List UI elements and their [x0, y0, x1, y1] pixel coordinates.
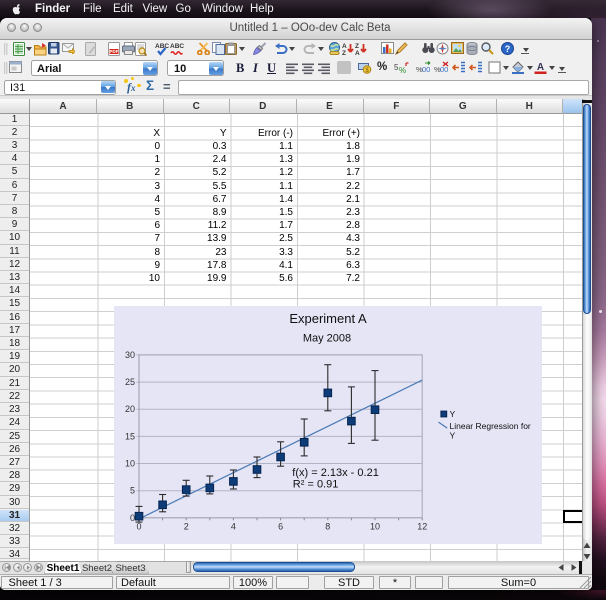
svg-text:12: 12: [417, 521, 427, 531]
svg-text:00: 00: [422, 65, 430, 74]
svg-text:30: 30: [124, 349, 134, 359]
svg-text:2: 2: [183, 521, 188, 531]
svg-text:00: 00: [440, 65, 448, 74]
svg-text:ABC: ABC: [155, 43, 169, 50]
svg-text:6: 6: [278, 521, 283, 531]
svg-text:Y: Y: [449, 430, 455, 440]
svg-text:A: A: [355, 50, 360, 56]
svg-text:R² = 0.91: R² = 0.91: [292, 478, 338, 490]
svg-text:Z: Z: [342, 50, 346, 56]
svg-text:Z: Z: [355, 43, 359, 50]
svg-text:15: 15: [124, 431, 134, 441]
svg-text:PDF: PDF: [110, 49, 119, 54]
svg-text:May 2008: May 2008: [302, 332, 350, 344]
svg-text:10: 10: [369, 521, 379, 531]
svg-text:?: ?: [504, 43, 510, 53]
svg-text:8: 8: [325, 521, 330, 531]
svg-text:5: 5: [129, 485, 134, 495]
svg-text:Experiment A: Experiment A: [289, 311, 367, 326]
svg-text:Linear Regression for: Linear Regression for: [449, 420, 530, 430]
svg-text:10: 10: [124, 458, 134, 468]
svg-text:Y: Y: [449, 409, 455, 419]
svg-text:0: 0: [129, 512, 134, 522]
svg-text:f(x) = 2.13x - 0.21: f(x) = 2.13x - 0.21: [292, 467, 379, 479]
svg-text:%: %: [399, 66, 406, 74]
svg-text:ABC: ABC: [170, 43, 184, 50]
svg-text:4: 4: [230, 521, 235, 531]
svg-text:25: 25: [124, 377, 134, 387]
svg-text:20: 20: [124, 404, 134, 414]
svg-text:A: A: [342, 43, 347, 50]
svg-text:0: 0: [136, 521, 141, 531]
svg-text:A: A: [537, 62, 544, 73]
